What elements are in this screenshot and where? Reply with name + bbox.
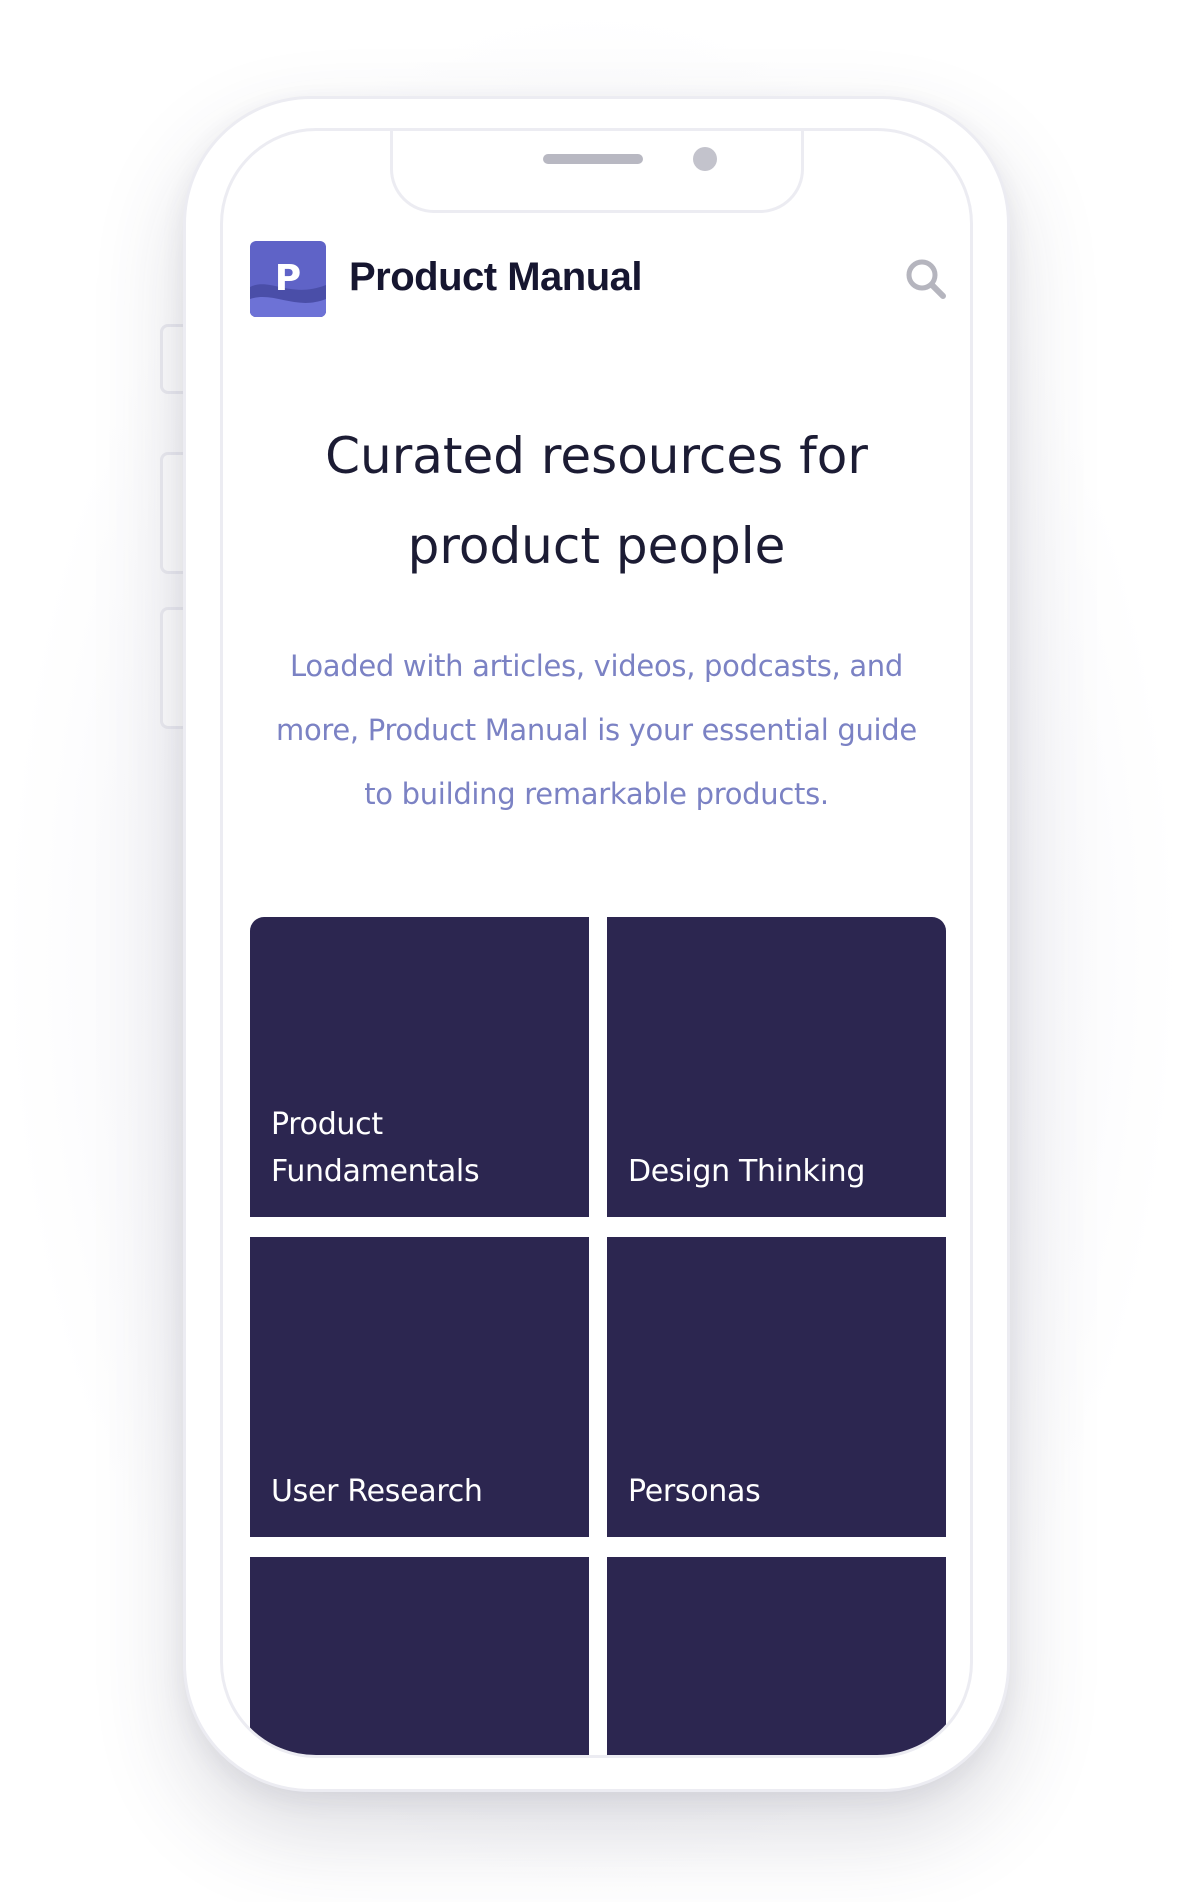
category-tile-user-research[interactable]: User Research <box>250 1237 589 1537</box>
speaker-grille <box>543 154 643 164</box>
category-tile-design-thinking[interactable]: Design Thinking <box>607 917 946 1217</box>
search-icon <box>906 259 946 299</box>
hero-subtitle-line: to building remarkable products. <box>364 777 829 811</box>
category-tile[interactable] <box>250 1557 589 1755</box>
category-tile-label-line: Design Thinking <box>628 1154 866 1189</box>
category-tile-label-line: Product <box>271 1107 383 1142</box>
hero-title-line: product people <box>407 517 786 575</box>
hero-subtitle: Loaded with articles, videos, podcasts, … <box>263 634 930 826</box>
category-tile-label: Personas <box>628 1468 761 1515</box>
phone-notch <box>390 131 804 213</box>
product-manual-logo[interactable]: P <box>250 241 326 317</box>
category-tile-label-line: User Research <box>271 1474 483 1509</box>
device-mockup-stage: P Product Manual Curated resources for p… <box>0 0 1185 1902</box>
brand-name[interactable]: Product Manual <box>349 255 643 300</box>
category-tile-personas[interactable]: Personas <box>607 1237 946 1537</box>
hero-title-line: Curated resources for <box>325 427 868 485</box>
search-button[interactable] <box>902 255 950 303</box>
category-tile[interactable] <box>607 1557 946 1755</box>
app-header: P Product Manual <box>250 241 950 317</box>
hero-title: Curated resources for product people <box>223 411 970 591</box>
category-tile-label: Design Thinking <box>628 1148 865 1195</box>
phone-screen: P Product Manual Curated resources for p… <box>220 128 973 1758</box>
category-tile-label-line: Fundamentals <box>271 1154 480 1189</box>
category-tile-label: User Research <box>271 1468 483 1515</box>
logo-letter: P <box>274 258 302 299</box>
category-tile-product-fundamentals[interactable]: Product Fundamentals <box>250 917 589 1217</box>
front-camera <box>693 147 717 171</box>
hero-subtitle-line: more, Product Manual is your essential g… <box>276 713 917 747</box>
hero-subtitle-line: Loaded with articles, videos, podcasts, … <box>289 649 903 683</box>
category-tile-label-line: Personas <box>628 1474 761 1509</box>
category-tile-label: Product Fundamentals <box>271 1101 480 1195</box>
